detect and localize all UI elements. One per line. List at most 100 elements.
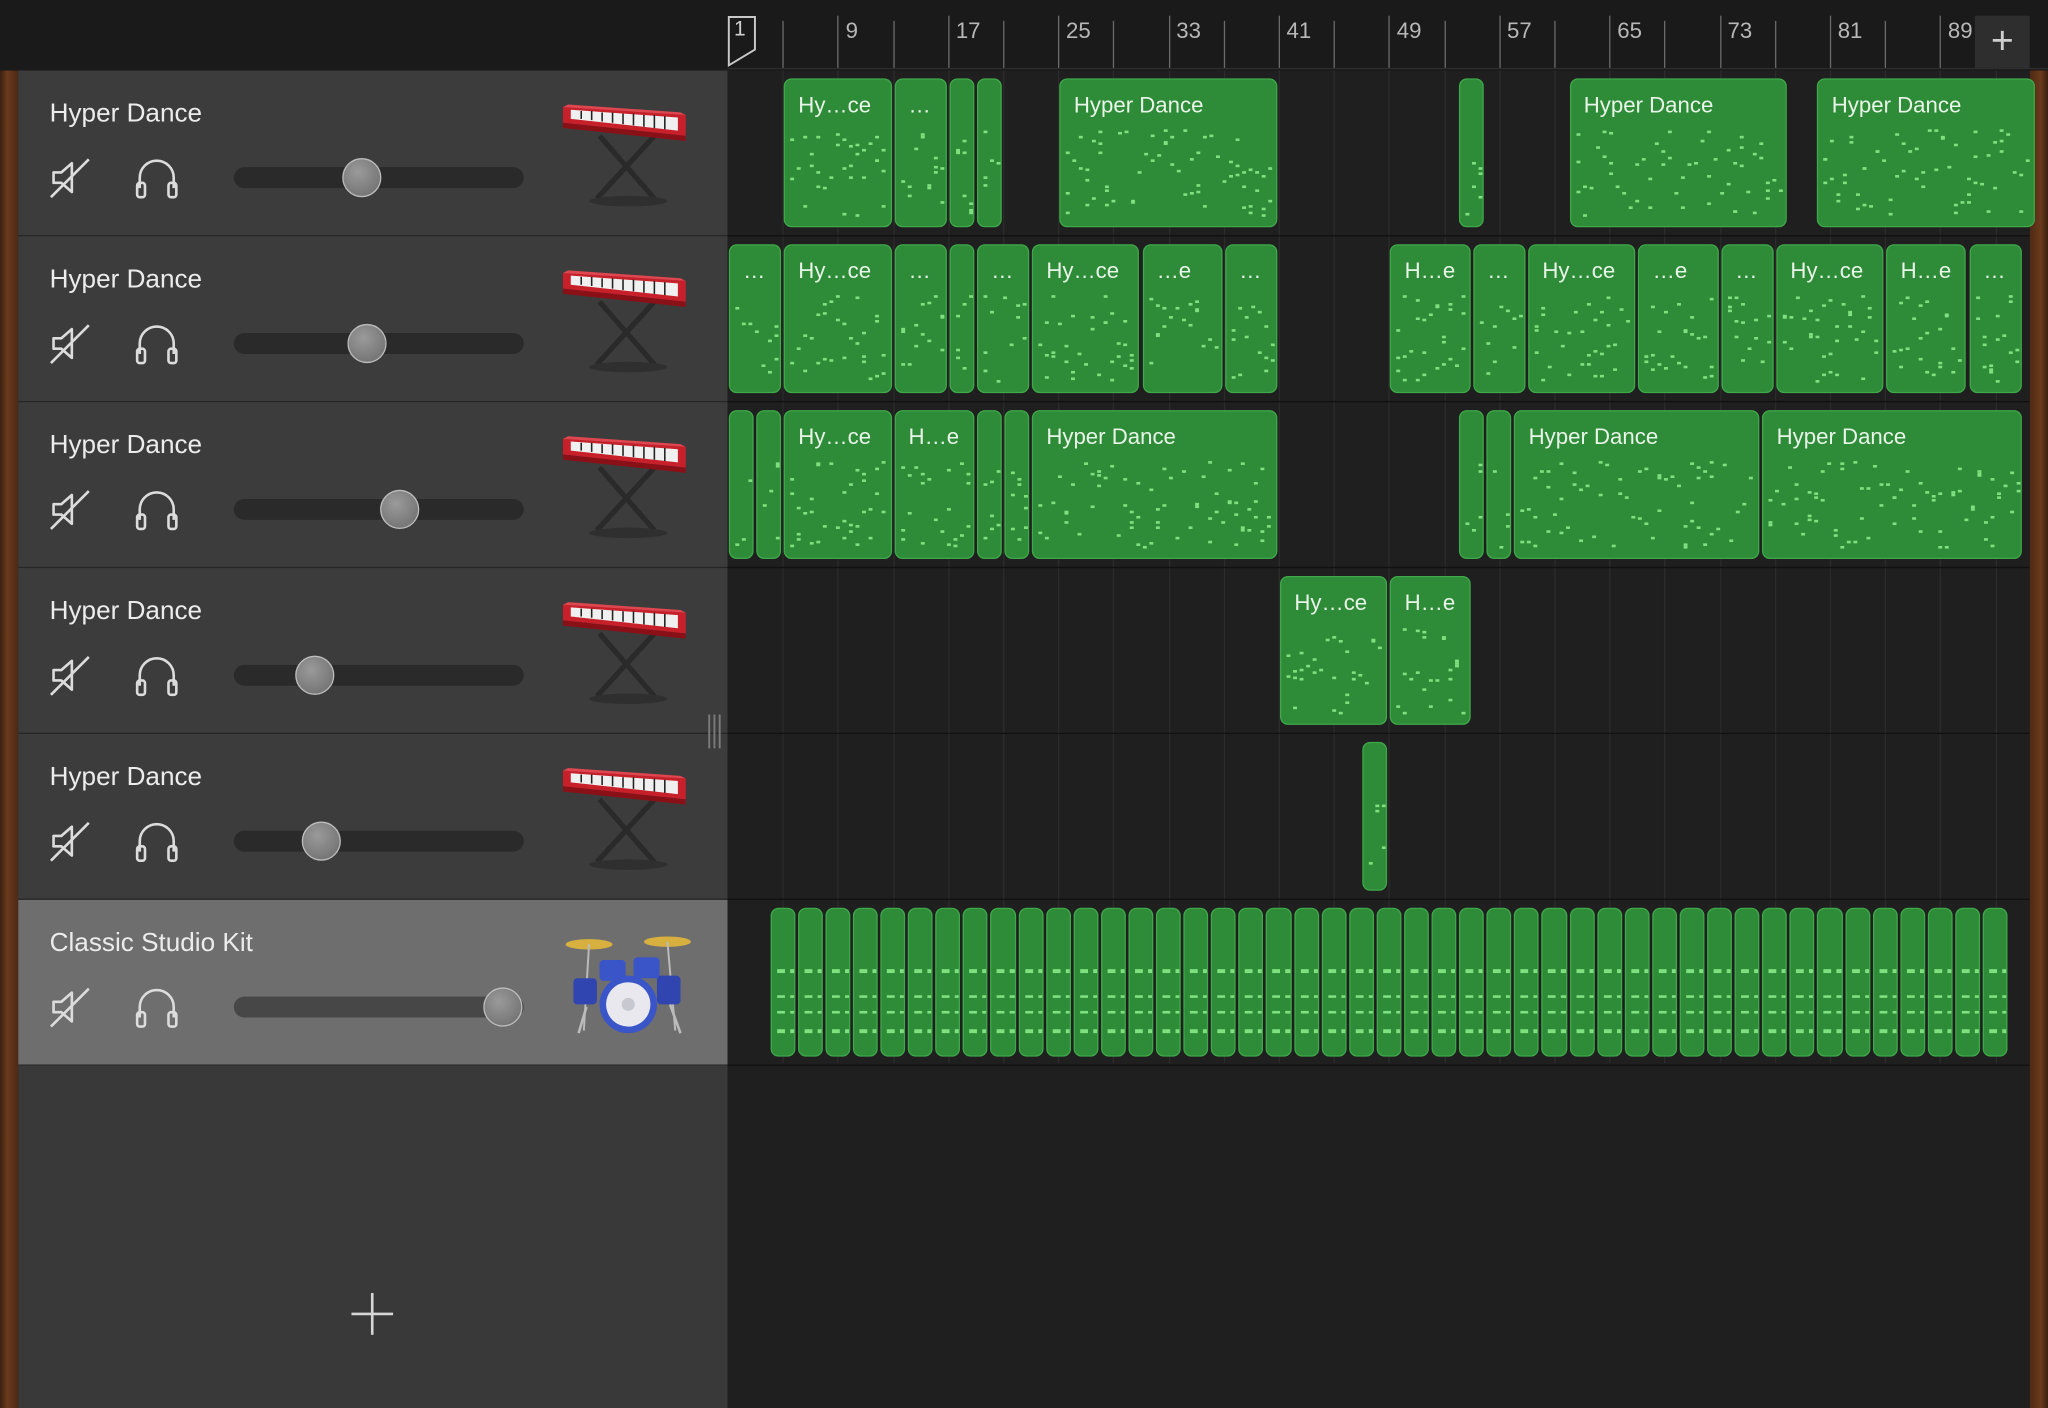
region[interactable] [1817,907,1843,1057]
volume-knob[interactable] [483,987,524,1027]
mute-button[interactable] [50,488,92,530]
track-header-3[interactable]: Hyper Dance [18,402,728,569]
keyboard-icon[interactable] [560,263,696,375]
tracks-area[interactable]: Hy…ce… Hyper Dance Hyper Dance Hyper Dance…… [727,70,2036,1408]
region[interactable] [1679,907,1705,1057]
region[interactable]: Hy…ce [783,244,892,394]
region[interactable] [935,907,961,1057]
region[interactable]: … [894,244,947,394]
region[interactable] [1128,907,1154,1057]
solo-button[interactable] [133,320,180,367]
volume-knob[interactable] [347,323,387,364]
region[interactable] [1431,907,1457,1057]
region[interactable] [1459,78,1485,228]
mute-button[interactable] [50,654,92,696]
region[interactable] [852,907,878,1057]
keyboard-icon[interactable] [560,97,696,209]
solo-button[interactable] [133,652,180,699]
region[interactable]: … [728,244,782,394]
volume-slider[interactable] [233,987,524,1027]
region[interactable] [1541,907,1567,1057]
region[interactable]: Hy…ce [1031,244,1140,394]
region[interactable] [1293,907,1319,1057]
region[interactable] [1211,907,1237,1057]
keyboard-icon[interactable] [560,760,696,872]
region[interactable] [1183,907,1209,1057]
region[interactable]: Hy…ce [1279,575,1388,725]
region[interactable] [1955,907,1981,1057]
region[interactable] [1100,907,1126,1057]
region[interactable] [1872,907,1898,1057]
region[interactable] [1073,907,1099,1057]
region[interactable]: … [1720,244,1774,394]
region[interactable] [1569,907,1595,1057]
track-header-6[interactable]: Classic Studio Kit [18,899,728,1066]
region[interactable] [1238,907,1264,1057]
mute-button[interactable] [50,820,92,862]
region[interactable] [976,78,1002,228]
keyboard-icon[interactable] [560,428,696,540]
volume-slider[interactable] [233,821,524,861]
volume-knob[interactable] [379,489,419,529]
region[interactable] [770,907,796,1057]
region[interactable] [797,907,823,1057]
region[interactable]: … [1472,244,1526,394]
region[interactable] [1045,907,1071,1057]
region[interactable] [1789,907,1815,1057]
volume-knob[interactable] [341,158,381,198]
region[interactable] [949,78,975,228]
region[interactable] [1486,410,1512,560]
region[interactable] [976,410,1002,560]
region[interactable] [1762,907,1788,1057]
region[interactable] [1900,907,1926,1057]
region[interactable] [949,244,975,394]
region[interactable]: H…e [1886,244,1967,394]
region[interactable] [1982,907,2008,1057]
region[interactable] [1321,907,1347,1057]
region[interactable] [1927,907,1953,1057]
region[interactable]: Hyper Dance [1569,78,1788,228]
solo-button[interactable] [133,818,180,865]
solo-button[interactable] [133,486,180,533]
region[interactable] [1707,907,1733,1057]
add-track-button[interactable] [351,1293,394,1335]
region[interactable]: Hy…ce [1776,244,1884,394]
region[interactable] [907,907,933,1057]
volume-slider[interactable] [233,489,524,529]
track-header-4[interactable]: Hyper Dance [18,568,728,735]
region[interactable] [1624,907,1650,1057]
region[interactable]: Hy…ce [783,78,892,228]
track-header-5[interactable]: Hyper Dance [18,734,728,900]
region[interactable] [963,907,988,1057]
region[interactable]: … [894,78,947,228]
region[interactable]: Hyper Dance [1059,78,1278,228]
region[interactable] [1376,907,1402,1057]
region[interactable]: …e [1142,244,1223,394]
solo-button[interactable] [133,154,180,201]
region[interactable] [990,907,1016,1057]
region[interactable] [1018,907,1044,1057]
region[interactable] [756,410,782,560]
region[interactable] [1596,907,1622,1057]
region[interactable]: … [1224,244,1278,394]
volume-slider[interactable] [233,655,524,695]
region[interactable]: Hyper Dance [1514,410,1760,560]
volume-knob[interactable] [295,655,335,695]
region[interactable] [1362,741,1388,891]
region[interactable] [1652,907,1677,1057]
region[interactable]: Hyper Dance [1031,410,1278,560]
region[interactable]: … [1968,244,2022,394]
track-header-1[interactable]: Hyper Dance [18,70,728,237]
region[interactable] [1155,907,1181,1057]
volume-slider[interactable] [233,323,524,364]
region[interactable] [1004,410,1030,560]
mute-button[interactable] [50,986,92,1028]
region[interactable]: H…e [894,410,975,560]
region[interactable]: Hy…ce [783,410,892,560]
volume-knob[interactable] [301,821,341,861]
playhead[interactable]: 1 [727,15,757,68]
region[interactable]: Hy…ce [1528,244,1636,394]
region[interactable] [880,907,906,1057]
track-header-2[interactable]: Hyper Dance [18,236,728,403]
region[interactable] [1734,907,1760,1057]
